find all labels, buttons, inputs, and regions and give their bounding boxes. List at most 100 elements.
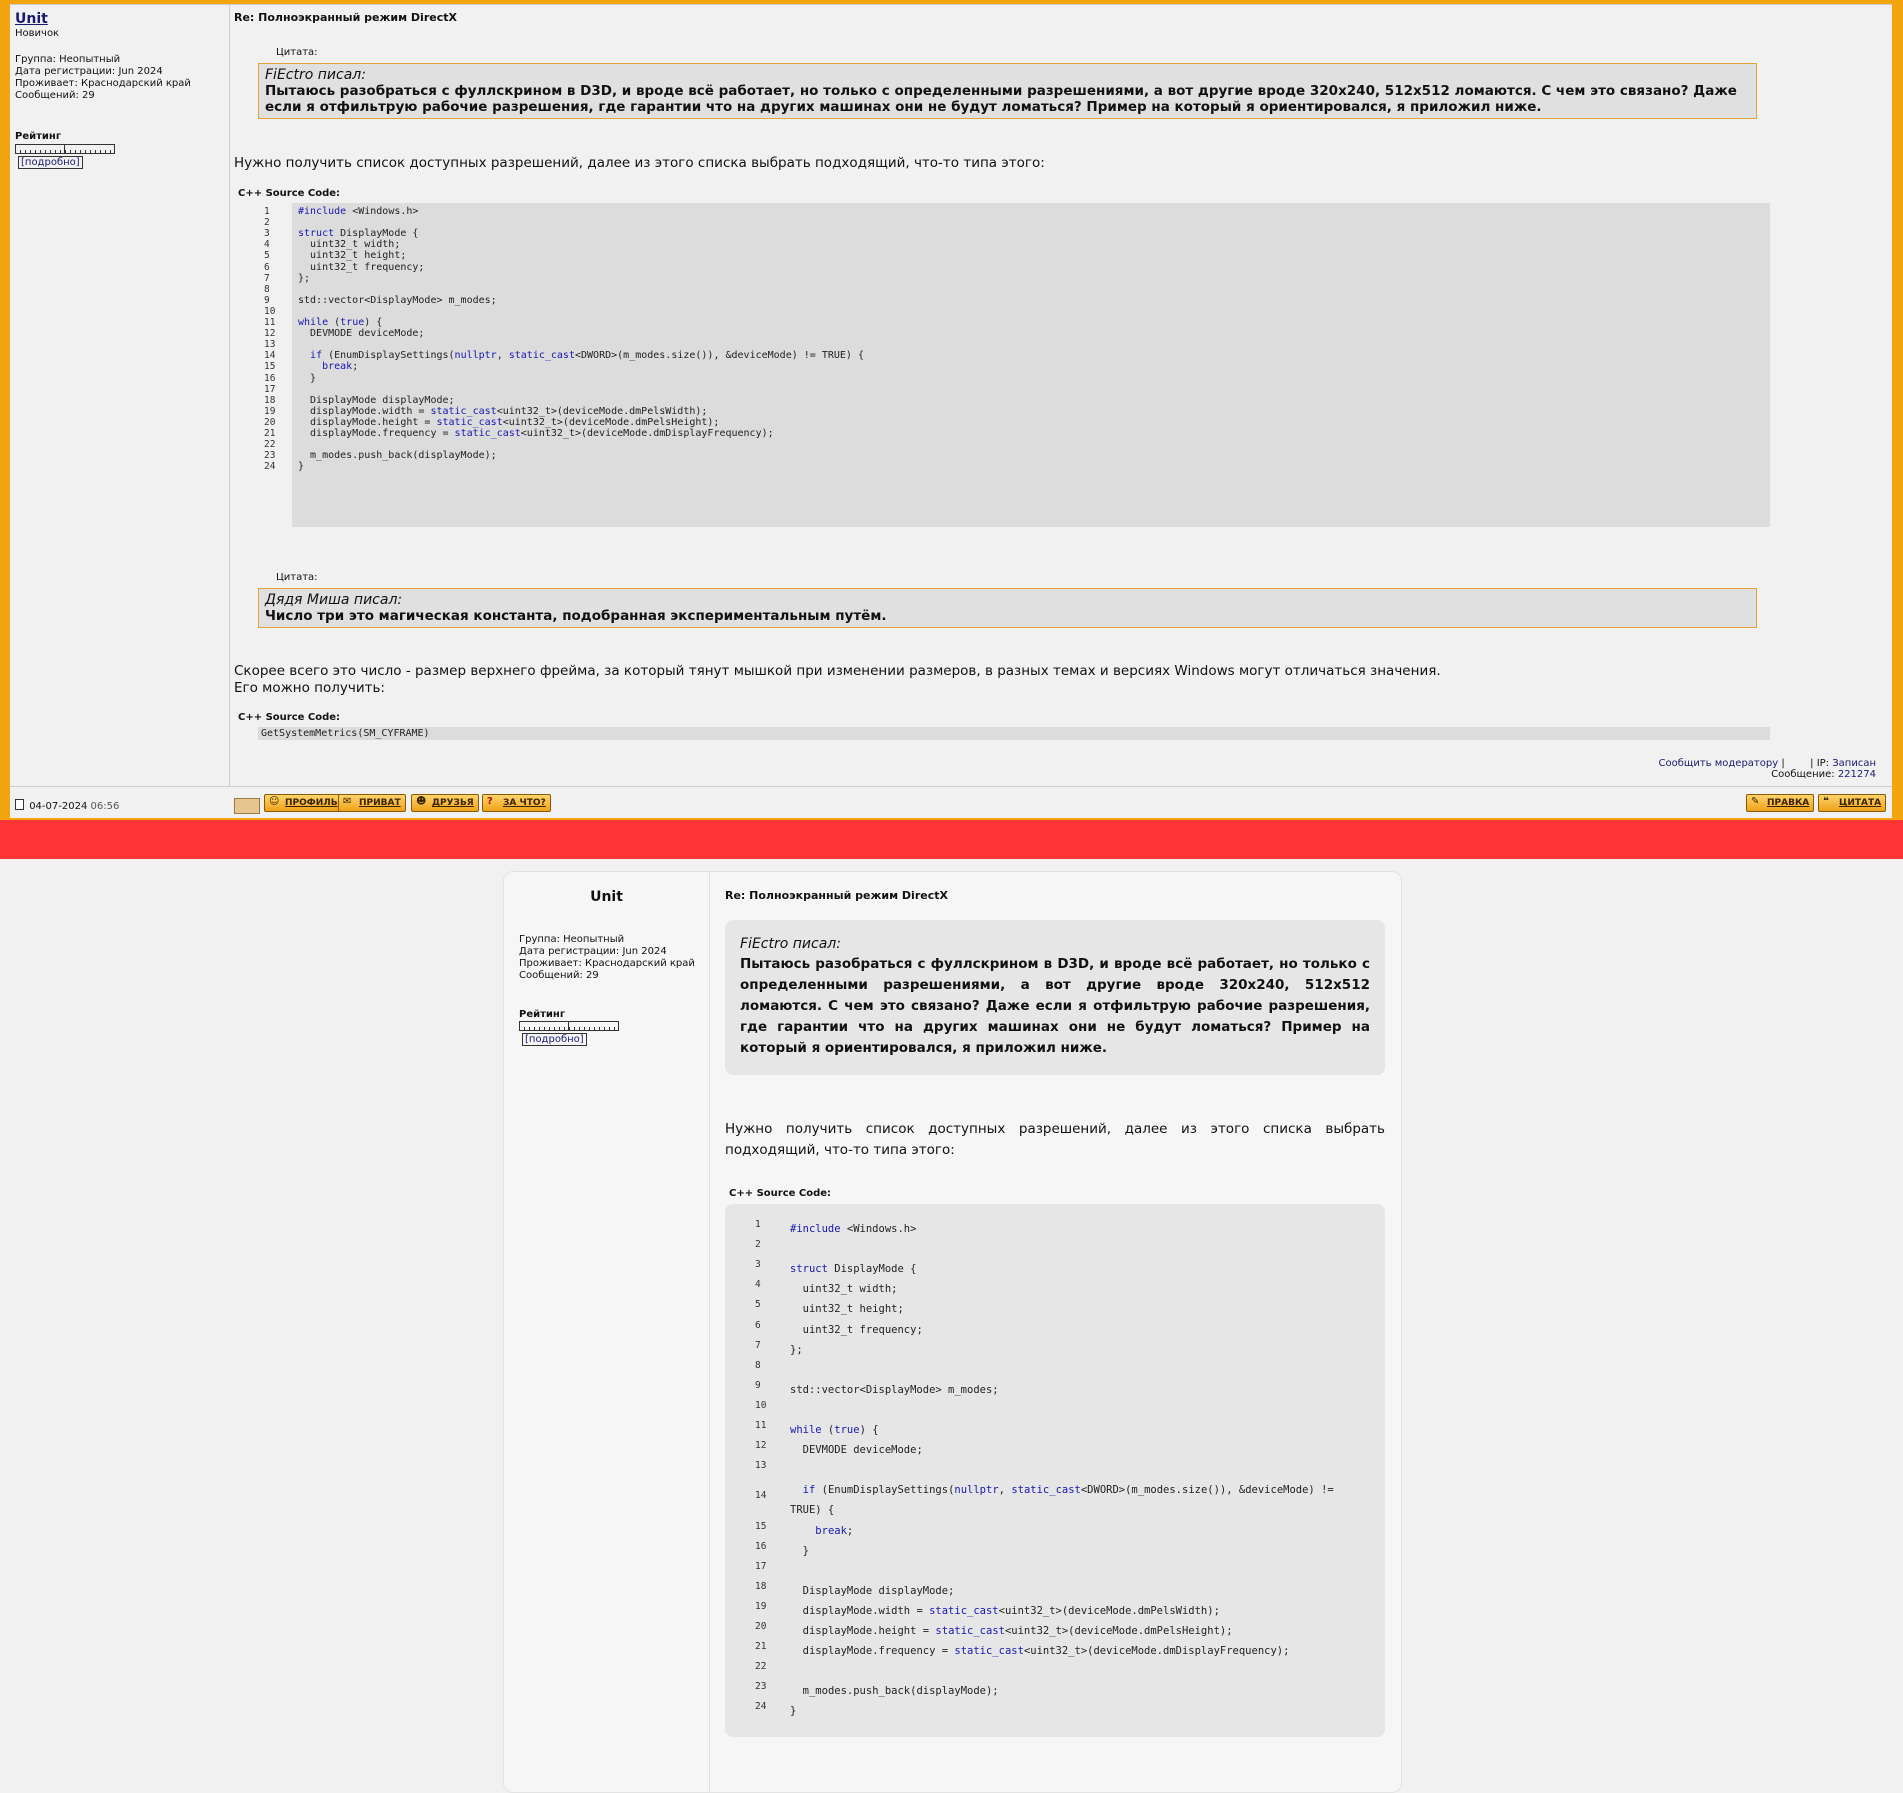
- line-number: 15: [264, 361, 276, 373]
- ip-label: | IP:: [1810, 758, 1830, 769]
- author-messages: Сообщений: 29: [519, 970, 599, 981]
- line-number: 17: [755, 1560, 767, 1572]
- quote-author: FiEctro писал:: [740, 936, 841, 952]
- old-post-frame: Unit Новичок Группа: Неопытный Дата реги…: [0, 0, 1903, 820]
- line-number: 15: [755, 1520, 767, 1532]
- author-name[interactable]: Unit: [504, 889, 709, 905]
- line-number: 2: [264, 217, 270, 229]
- line-number: 9: [755, 1379, 761, 1391]
- friends-button[interactable]: ☻ ДРУЗЬЯ: [411, 794, 479, 812]
- line-number: 13: [264, 339, 276, 351]
- code-block: 1 #include <Windows.h> 2 3 struct DisplayMod…: [258, 203, 1770, 527]
- author-rank: Новичок: [15, 28, 60, 39]
- author-location: Проживает: Краснодарский край: [519, 958, 695, 969]
- mail-icon[interactable]: [234, 798, 260, 814]
- line-number: 8: [264, 283, 270, 295]
- message-id-link[interactable]: 221274: [1838, 769, 1876, 780]
- code-line: if (EnumDisplaySettings(nullptr, static_…: [310, 350, 864, 362]
- author-registered: Дата регистрации: Jun 2024: [15, 66, 163, 77]
- old-post: Unit Новичок Группа: Неопытный Дата реги…: [10, 4, 1892, 818]
- line-number: 14: [755, 1490, 767, 1502]
- line-number: 4: [264, 239, 270, 251]
- why-button[interactable]: ? ЗА ЧТО?: [482, 794, 551, 812]
- profile-button[interactable]: ☺ ПРОФИЛЬ: [264, 794, 343, 812]
- line-number: 10: [755, 1399, 767, 1411]
- line-number: 5: [264, 250, 270, 262]
- rating-label: Рейтинг: [519, 1009, 566, 1020]
- modern-author-panel: Unit Группа: Неопытный Дата регистрации:…: [504, 872, 710, 1792]
- old-author-panel: Unit Новичок Группа: Неопытный Дата реги…: [10, 5, 230, 786]
- message-label: Сообщение:: [1771, 769, 1835, 780]
- code-line: displayMode.width = static_cast<uint32_t…: [790, 1604, 1220, 1617]
- code-label: C++ Source Code:: [238, 712, 341, 723]
- code-line: break;: [322, 361, 359, 373]
- rating-bar: [15, 144, 115, 154]
- line-number: 18: [264, 394, 276, 406]
- line-number: 21: [755, 1641, 767, 1653]
- code-line: GetSystemMetrics(SM_CYFRAME): [261, 728, 430, 739]
- line-number: 23: [264, 450, 276, 462]
- line-number: 24: [755, 1701, 767, 1713]
- code-line: }: [790, 1544, 809, 1557]
- line-number: 7: [755, 1339, 761, 1351]
- note-icon: ✉: [343, 796, 352, 807]
- code-line: displayMode.width = static_cast<uint32_t…: [298, 405, 708, 417]
- quote-button[interactable]: ❝ ЦИТАТА: [1818, 794, 1887, 812]
- line-number: 3: [264, 228, 270, 240]
- report-moderator-link[interactable]: Сообщить модератору: [1659, 758, 1779, 769]
- code-line: };: [298, 272, 311, 284]
- rating-bar: [519, 1021, 619, 1031]
- author-info: Группа: Неопытный Дата регистрации: Jun …: [15, 54, 191, 102]
- line-number: 11: [264, 317, 276, 328]
- line-number: 24: [264, 461, 276, 473]
- quote-author: Дядя Миша писал:: [265, 592, 403, 608]
- code-line: if (EnumDisplaySettings(nullptr, static_…: [790, 1484, 1341, 1517]
- line-number: 1: [755, 1219, 761, 1230]
- line-number: 19: [264, 405, 276, 417]
- rating-detail-link[interactable]: [подробно]: [522, 1033, 587, 1046]
- code-line: DEVMODE deviceMode;: [790, 1444, 923, 1457]
- author-name-link[interactable]: Unit: [15, 11, 48, 27]
- post-meta-links: Сообщить модератору | | IP: Записан Сооб…: [1659, 758, 1876, 780]
- author-registered: Дата регистрации: Jun 2024: [519, 946, 667, 957]
- private-button[interactable]: ✉ ПРИВАТ: [338, 794, 406, 812]
- code-line: DisplayMode displayMode;: [298, 394, 455, 406]
- quote-label: Цитата:: [276, 572, 318, 583]
- modern-post-card: Unit Группа: Неопытный Дата регистрации:…: [503, 871, 1402, 1793]
- code-line: DEVMODE deviceMode;: [298, 328, 425, 340]
- user-icon: ☺: [269, 796, 280, 807]
- author-group: Группа: Неопытный: [15, 54, 121, 65]
- ip-link[interactable]: Записан: [1832, 758, 1876, 769]
- line-number: 19: [755, 1600, 767, 1612]
- post-subject: Re: Полноэкранный режим DirectX: [234, 11, 457, 24]
- rating-detail-link[interactable]: [подробно]: [18, 156, 83, 169]
- code-block: GetSystemMetrics(SM_CYFRAME): [258, 727, 1770, 740]
- code-line: }: [298, 372, 317, 384]
- post-date-value: 04-07-2024: [29, 801, 88, 812]
- separator: |: [1781, 758, 1811, 769]
- line-number: 6: [755, 1319, 761, 1331]
- code-line: struct DisplayMode {: [790, 1263, 917, 1276]
- post-date: 04-07-2024 06:56: [15, 799, 119, 812]
- code-line: #include <Windows.h>: [298, 206, 419, 217]
- quote-author: FiEctro писал:: [265, 67, 366, 83]
- code-line: uint32_t frequency;: [790, 1323, 923, 1336]
- old-post-body: Re: Полноэкранный режим DirectX Цитата: …: [234, 5, 1892, 786]
- line-number: 3: [755, 1259, 761, 1271]
- line-number: 8: [755, 1359, 761, 1371]
- author-info: Группа: Неопытный Дата регистрации: Jun …: [519, 934, 695, 982]
- line-number: 20: [264, 416, 276, 428]
- post-paragraph: Скорее всего это число - размер верхнего…: [234, 663, 1834, 697]
- code-block: 1 #include <Windows.h> 2 3 struct DisplayMod…: [725, 1204, 1385, 1737]
- code-line: uint32_t height;: [298, 250, 407, 262]
- line-number: 5: [755, 1299, 761, 1311]
- quote-text: Число три это магическая константа, подо…: [265, 608, 887, 624]
- edit-button[interactable]: ✎ ПРАВКА: [1746, 794, 1815, 812]
- line-number: 11: [755, 1420, 767, 1431]
- line-number: 21: [264, 428, 276, 439]
- line-number: 13: [755, 1460, 767, 1472]
- code-line: while (true) {: [790, 1424, 879, 1436]
- line-number: 2: [755, 1239, 761, 1251]
- line-number: 14: [264, 350, 276, 362]
- code-line: m_modes.push_back(displayMode);: [298, 450, 497, 462]
